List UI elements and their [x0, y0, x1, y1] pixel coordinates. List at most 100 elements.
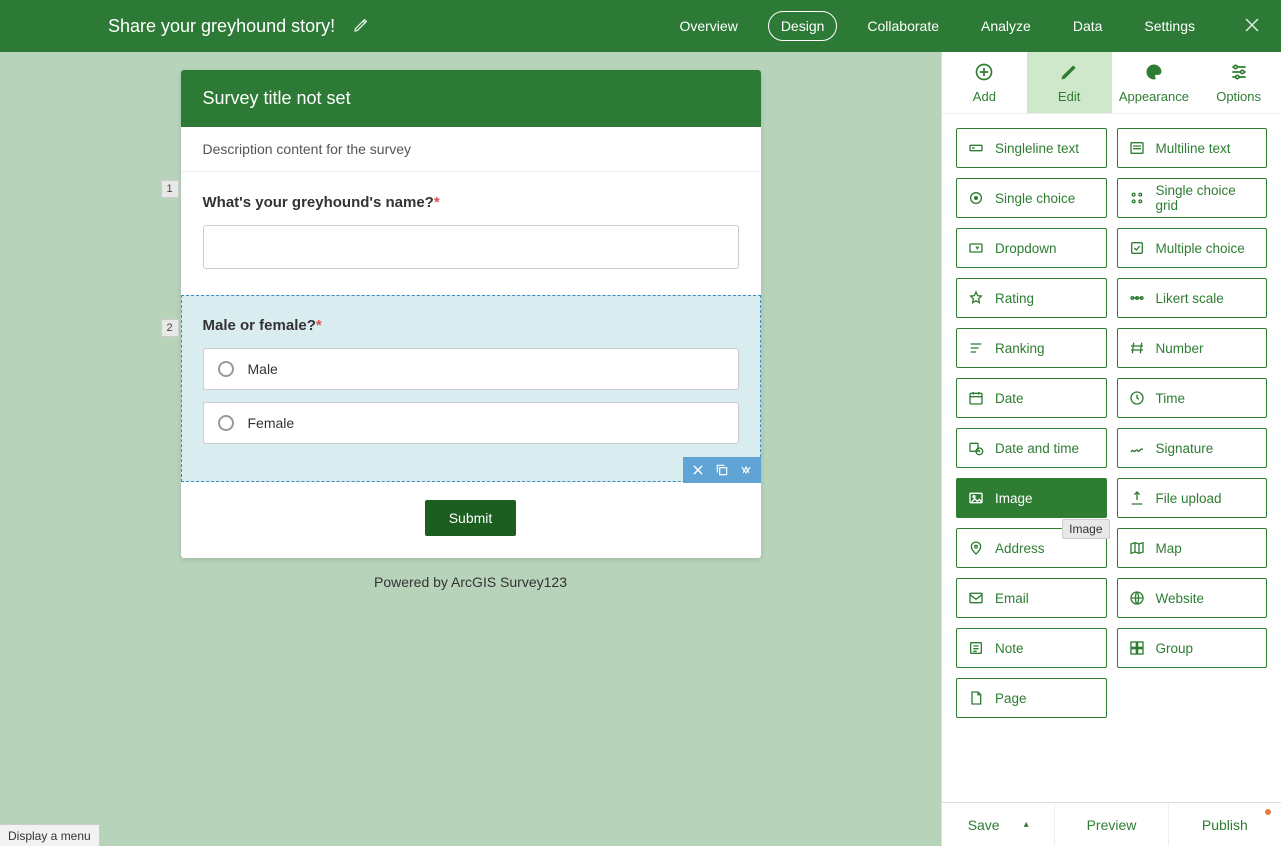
tooltip: Image — [1062, 519, 1109, 539]
qtype-label: Time — [1156, 391, 1186, 406]
qtype-radiogrid[interactable]: Single choice grid — [1117, 178, 1268, 218]
tab-edit[interactable]: Edit — [1027, 52, 1112, 113]
radiogrid-icon — [1128, 189, 1146, 207]
sliders-icon — [1229, 62, 1249, 85]
delete-question-icon[interactable] — [691, 463, 705, 477]
qtype-label: Page — [995, 691, 1027, 706]
question-number-badge: 1 — [161, 180, 179, 198]
checkbox-icon — [1128, 239, 1146, 257]
address-icon — [967, 539, 985, 557]
likert-icon — [1128, 289, 1146, 307]
qtype-upload[interactable]: File upload — [1117, 478, 1268, 518]
canvas[interactable]: Survey title not set Description content… — [0, 52, 941, 846]
preview-button[interactable]: Preview — [1055, 803, 1168, 846]
qtype-email[interactable]: Email — [956, 578, 1107, 618]
move-question-icon[interactable] — [739, 463, 753, 477]
upload-icon — [1128, 489, 1146, 507]
question-type-grid: Singleline textMultiline text Single choi… — [942, 114, 1281, 732]
qtype-label: Dropdown — [995, 241, 1057, 256]
qtype-radio[interactable]: Single choice — [956, 178, 1107, 218]
choice-option[interactable]: Male — [203, 348, 739, 390]
question-1[interactable]: 1 What's your greyhound's name?* — [181, 172, 761, 295]
pencil-icon — [1059, 62, 1079, 85]
survey-title[interactable]: Survey title not set — [181, 70, 761, 127]
qtype-map[interactable]: Map — [1117, 528, 1268, 568]
group-icon — [1128, 639, 1146, 657]
submit-button[interactable]: Submit — [425, 500, 517, 536]
qtype-label: Address — [995, 541, 1045, 556]
qtype-text[interactable]: Singleline text — [956, 128, 1107, 168]
qtype-dropdown[interactable]: Dropdown — [956, 228, 1107, 268]
nav-analyze[interactable]: Analyze — [969, 12, 1043, 40]
question-toolbar — [683, 457, 761, 483]
powered-by: Powered by ArcGIS Survey123 — [181, 574, 761, 590]
choice-label: Male — [248, 361, 278, 377]
tools-icon[interactable] — [1243, 16, 1261, 37]
qtype-label: Email — [995, 591, 1029, 606]
tab-appearance[interactable]: Appearance — [1112, 52, 1197, 113]
edit-title-icon[interactable] — [353, 17, 369, 36]
qtype-time[interactable]: Time — [1117, 378, 1268, 418]
qtype-number[interactable]: Number — [1117, 328, 1268, 368]
qtype-signature[interactable]: Signature — [1117, 428, 1268, 468]
question-label: Male or female?* — [203, 317, 739, 334]
qtype-website[interactable]: Website — [1117, 578, 1268, 618]
nav-design[interactable]: Design — [768, 11, 838, 41]
qtype-label: Map — [1156, 541, 1182, 556]
publish-button[interactable]: Publish — [1169, 803, 1281, 846]
panel-footer: Save▴ Preview Publish — [942, 802, 1281, 846]
radio-icon — [967, 189, 985, 207]
design-panel: Add Edit Appearance Options Singleline t… — [941, 52, 1281, 846]
qtype-image[interactable]: ImageImage — [956, 478, 1107, 518]
nav-collaborate[interactable]: Collaborate — [855, 12, 951, 40]
qtype-label: Website — [1156, 591, 1205, 606]
qtype-label: Likert scale — [1156, 291, 1224, 306]
qtype-label: File upload — [1156, 491, 1222, 506]
map-icon — [1128, 539, 1146, 557]
multitext-icon — [1128, 139, 1146, 157]
save-button[interactable]: Save▴ — [942, 803, 1055, 846]
qtype-star[interactable]: Rating — [956, 278, 1107, 318]
qtype-label: Multiple choice — [1156, 241, 1245, 256]
email-icon — [967, 589, 985, 607]
qtype-label: Signature — [1156, 441, 1214, 456]
nav-settings[interactable]: Settings — [1132, 12, 1207, 40]
page-icon — [967, 689, 985, 707]
qtype-date[interactable]: Date — [956, 378, 1107, 418]
qtype-note[interactable]: Note — [956, 628, 1107, 668]
qtype-page[interactable]: Page — [956, 678, 1107, 718]
top-bar: Share your greyhound story! Overview Des… — [0, 0, 1281, 52]
question-label: What's your greyhound's name?* — [203, 194, 739, 211]
qtype-ranking[interactable]: Ranking — [956, 328, 1107, 368]
nav-data[interactable]: Data — [1061, 12, 1115, 40]
qtype-group[interactable]: Group — [1117, 628, 1268, 668]
duplicate-question-icon[interactable] — [715, 463, 729, 477]
tab-options[interactable]: Options — [1196, 52, 1281, 113]
qtype-multitext[interactable]: Multiline text — [1117, 128, 1268, 168]
choice-option[interactable]: Female — [203, 402, 739, 444]
nav-overview[interactable]: Overview — [667, 12, 749, 40]
radio-icon — [218, 415, 234, 431]
ranking-icon — [967, 339, 985, 357]
qtype-datetime[interactable]: Date and time — [956, 428, 1107, 468]
qtype-likert[interactable]: Likert scale — [1117, 278, 1268, 318]
datetime-icon — [967, 439, 985, 457]
tab-add[interactable]: Add — [942, 52, 1027, 113]
unsaved-indicator-icon — [1265, 809, 1271, 815]
image-icon — [967, 489, 985, 507]
qtype-label: Rating — [995, 291, 1034, 306]
tab-label: Options — [1216, 89, 1261, 104]
qtype-label: Note — [995, 641, 1024, 656]
signature-icon — [1128, 439, 1146, 457]
survey-name: Share your greyhound story! — [108, 16, 335, 37]
question-number-badge: 2 — [161, 319, 179, 337]
tab-label: Appearance — [1119, 89, 1189, 104]
text-answer-input[interactable] — [203, 225, 739, 269]
qtype-checkbox[interactable]: Multiple choice — [1117, 228, 1268, 268]
time-icon — [1128, 389, 1146, 407]
note-icon — [967, 639, 985, 657]
qtype-label: Single choice — [995, 191, 1075, 206]
survey-description[interactable]: Description content for the survey — [181, 127, 761, 172]
caret-up-icon: ▴ — [1024, 819, 1029, 830]
question-2[interactable]: 2 Male or female?* Male Female — [181, 295, 761, 482]
